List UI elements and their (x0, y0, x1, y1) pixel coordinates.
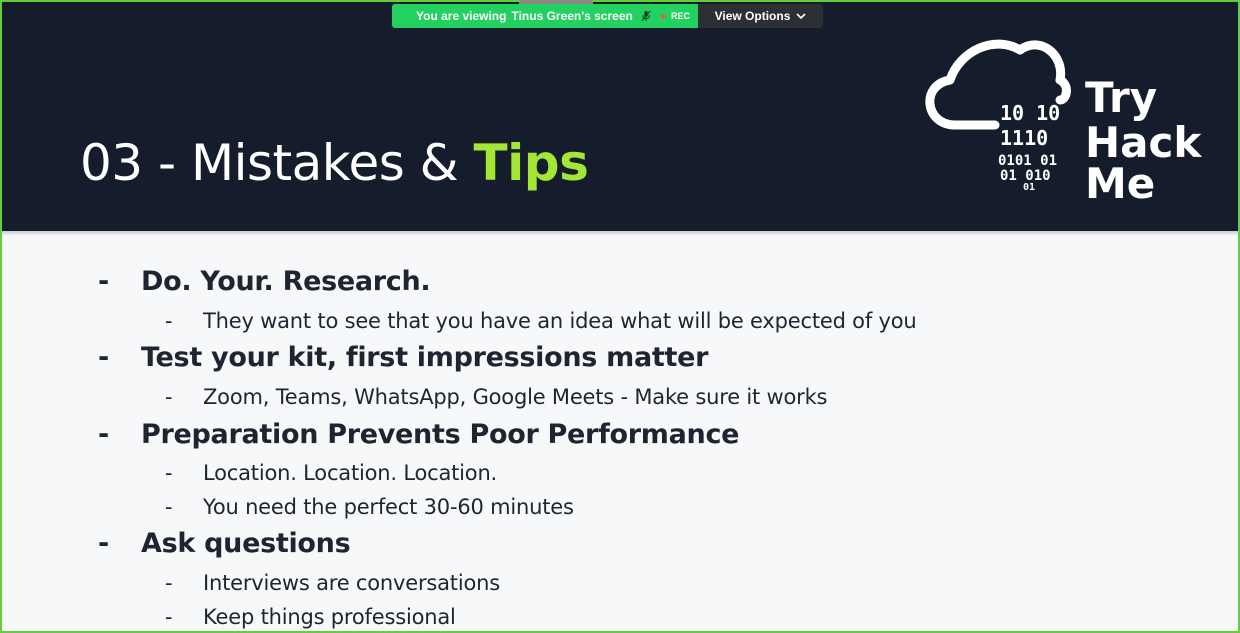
sub-bullet-text: You need the perfect 30-60 minutes (203, 495, 574, 519)
bullet-dash: - (98, 342, 110, 373)
screen-share-banner: You are viewing Tinus Green's screen REC… (392, 4, 855, 28)
mic-muted-icon (641, 10, 651, 22)
sub-bullet-text: Location. Location. Location. (203, 461, 498, 485)
logo-word-try: Try (1085, 73, 1157, 122)
bullet-text: Do. Your. Research. (141, 266, 431, 297)
title-accent: Tips (473, 134, 589, 192)
tryhackme-logo: 10 10 1110 0101 01 01 010 01 Try Hack Me (925, 39, 1202, 205)
bullet-text: Ask questions (141, 528, 351, 559)
recording-dot-icon (660, 13, 665, 19)
header-divider (2, 231, 1238, 236)
sub-bullet-dash: - (165, 461, 173, 485)
logo-binary-2: 1110 (1000, 126, 1048, 150)
chevron-down-icon (796, 12, 806, 19)
logo-binary-5: 01 (1023, 182, 1035, 193)
viewing-prefix: You are viewing (416, 9, 507, 23)
viewing-status: You are viewing Tinus Green's screen REC (392, 4, 698, 28)
sub-bullet-text: They want to see that you have an idea w… (203, 309, 917, 333)
bullet-dash: - (98, 419, 110, 450)
slide-title: 03 - Mistakes & Tips (80, 128, 589, 198)
view-options-label: View Options (714, 9, 791, 23)
logo-word-me: Me (1085, 159, 1155, 205)
bullet-dash: - (98, 528, 110, 559)
sub-bullet-dash: - (165, 495, 173, 519)
presenter-name: Tinus Green's screen (511, 9, 633, 23)
view-options-button[interactable]: View Options (698, 4, 823, 28)
sub-bullet-text: Interviews are conversations (203, 571, 500, 595)
logo-binary-3: 0101 01 (998, 153, 1057, 169)
logo-binary-1: 10 10 (1000, 101, 1060, 125)
sub-bullet-dash: - (165, 309, 173, 333)
sub-bullet-text: Zoom, Teams, WhatsApp, Google Meets - Ma… (203, 385, 828, 409)
title-main: 03 - Mistakes & (80, 134, 474, 192)
sub-bullet-text: Keep things professional (203, 605, 456, 629)
sub-bullet-dash: - (165, 571, 173, 595)
bullet-text: Preparation Prevents Poor Performance (141, 419, 740, 450)
rec-label: REC (671, 11, 691, 21)
bullet-text: Test your kit, first impressions matter (141, 342, 709, 373)
bullet-dash: - (98, 266, 110, 297)
sub-bullet-dash: - (165, 605, 173, 629)
sub-bullet-dash: - (165, 385, 173, 409)
